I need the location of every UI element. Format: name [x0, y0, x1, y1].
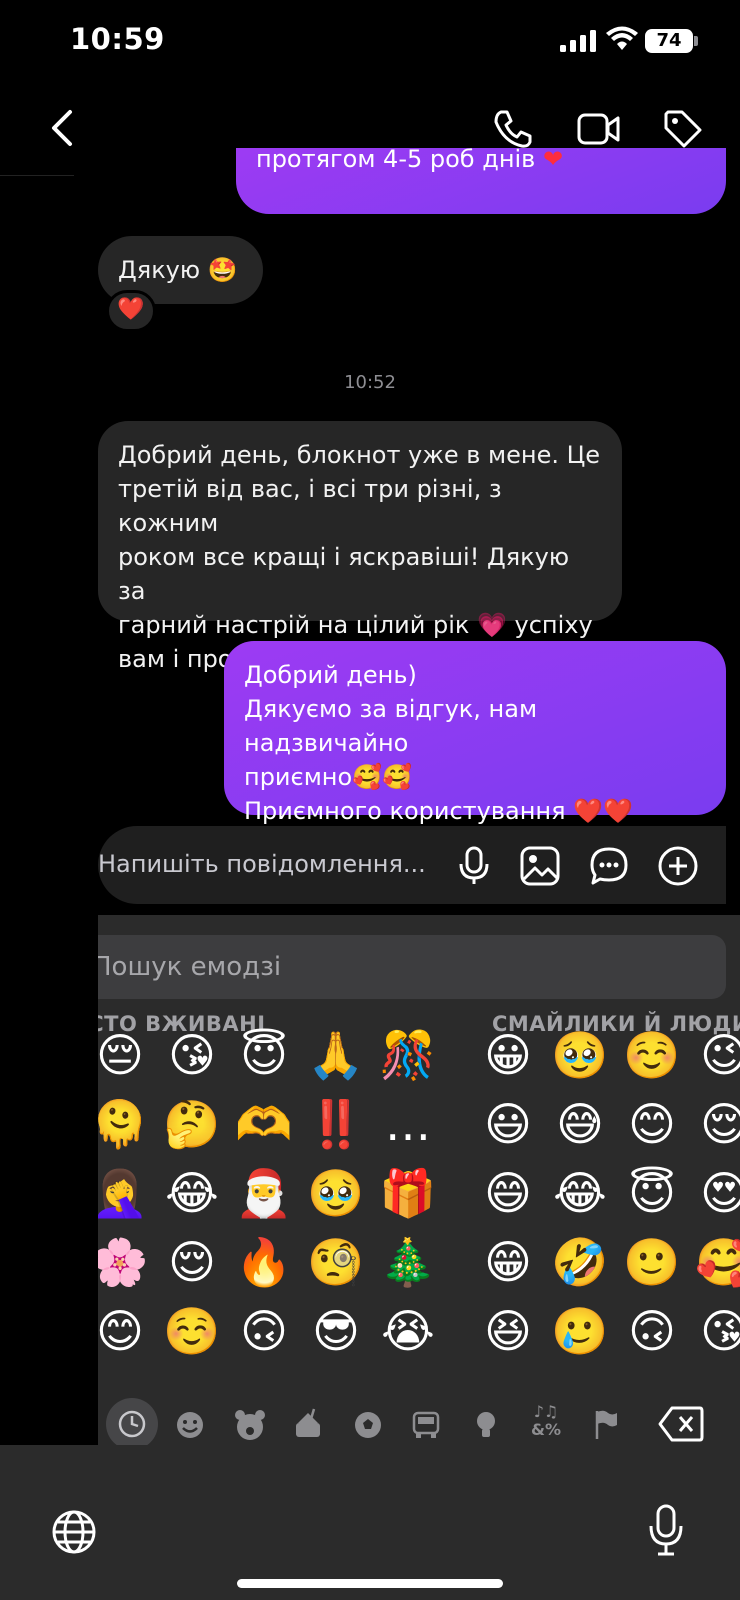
recent-emoji[interactable]: … [376, 1092, 440, 1156]
recent-emoji[interactable]: 😔 [98, 1023, 152, 1087]
backspace-icon[interactable] [658, 1405, 704, 1445]
keyboard-side-margin [0, 915, 98, 1445]
smileys-emoji[interactable]: 🙃 [620, 1299, 684, 1363]
message-line: приємно🥰🥰 [244, 763, 412, 791]
recent-emoji[interactable]: 🫠 [98, 1092, 152, 1156]
sticker-icon[interactable] [589, 846, 629, 886]
clock-icon[interactable] [106, 1398, 158, 1445]
flag-icon[interactable] [584, 1403, 628, 1445]
microphone-icon[interactable] [458, 846, 490, 886]
recent-emoji[interactable]: 🙃 [232, 1299, 296, 1363]
heart-emoji: ❤ [542, 148, 564, 173]
reaction-badge[interactable]: ❤️ [106, 290, 156, 332]
smileys-emoji[interactable]: 🥲 [548, 1299, 612, 1363]
smileys-emoji[interactable]: 😆 [476, 1299, 540, 1363]
smileys-emoji[interactable]: 🥹 [548, 1023, 612, 1087]
recent-emoji[interactable]: 😌 [160, 1230, 224, 1294]
smileys-emoji[interactable]: 😅 [548, 1092, 612, 1156]
recent-emoji[interactable]: 😂 [160, 1161, 224, 1225]
message-line: Добрий день) [244, 661, 417, 689]
smileys-emoji[interactable]: 😂 [548, 1161, 612, 1225]
message-line: гарний настрій на цілий рік 💗 успіху [118, 611, 593, 639]
image-icon[interactable] [520, 846, 560, 886]
emoji-search-input[interactable]: Пошук емодзі [98, 952, 281, 982]
symbols-note: ♪♫ [533, 1402, 559, 1421]
bulb-icon[interactable] [464, 1403, 508, 1445]
wifi-icon [605, 26, 639, 52]
recent-emoji[interactable]: 🌸 [98, 1230, 152, 1294]
message-text: Дякую [118, 256, 201, 284]
dictation-microphone-icon[interactable] [648, 1504, 684, 1556]
recent-emoji[interactable]: 🎁 [376, 1161, 440, 1225]
home-indicator[interactable] [237, 1579, 503, 1588]
recent-emoji[interactable]: 🫶 [232, 1092, 296, 1156]
message-line: Добрий день, блокнот уже в мене. Це [118, 441, 601, 469]
symbols-icon[interactable]: ♪♫ &% [524, 1397, 568, 1441]
status-time: 10:59 [70, 22, 165, 56]
message-line: роком все кращі і яскравіші! Дякую за [118, 543, 570, 605]
smileys-emoji[interactable]: 😌 [692, 1092, 740, 1156]
recent-emoji[interactable]: 🤔 [160, 1092, 224, 1156]
tag-icon[interactable] [662, 108, 704, 150]
recent-emoji[interactable]: 😎 [304, 1299, 368, 1363]
message-text: протягом 4-5 роб днів [256, 148, 536, 173]
smileys-emoji[interactable]: 😇 [620, 1161, 684, 1225]
message-input[interactable]: Напишіть повідомлення... [98, 850, 426, 878]
incoming-message-review[interactable]: Добрий день, блокнот уже в мене. Це трет… [98, 421, 622, 673]
smileys-emoji[interactable]: ☺️ [620, 1023, 684, 1087]
recent-emoji[interactable]: 🎅 [232, 1161, 296, 1225]
recent-emoji[interactable]: 🤦‍♀️ [98, 1161, 152, 1225]
outgoing-message-reply[interactable]: Добрий день) Дякуємо за відгук, нам надз… [224, 641, 726, 825]
food-icon[interactable] [286, 1403, 330, 1445]
message-line: Приємного користування ❤️❤️ [244, 797, 633, 825]
battery-tip [694, 36, 698, 46]
recent-emoji[interactable]: ‼️ [304, 1092, 368, 1156]
ball-icon[interactable] [346, 1403, 390, 1445]
smileys-emoji[interactable]: 😍 [692, 1161, 740, 1225]
symbols-label: &% [531, 1420, 561, 1439]
recent-emoji[interactable]: ☺️ [160, 1299, 224, 1363]
recent-emoji[interactable]: 😘 [160, 1023, 224, 1087]
reaction-heart: ❤️ [117, 297, 145, 322]
recent-emoji[interactable]: 😇 [232, 1023, 296, 1087]
chevron-left-icon[interactable] [48, 108, 76, 148]
smileys-emoji[interactable]: 😀 [476, 1023, 540, 1087]
recent-emoji[interactable]: 🎄 [376, 1230, 440, 1294]
outgoing-message-partial[interactable]: протягом 4-5 роб днів ❤ [236, 148, 726, 214]
recent-emoji[interactable]: 🙏 [304, 1023, 368, 1087]
recent-emoji[interactable]: 😭 [376, 1299, 440, 1363]
smileys-emoji[interactable]: 😃 [476, 1092, 540, 1156]
recent-emoji[interactable]: 😊 [98, 1299, 152, 1363]
smileys-emoji[interactable]: 🤣 [548, 1230, 612, 1294]
message-line: третій від вас, і всі три різні, з кожни… [118, 475, 502, 537]
smileys-emoji[interactable]: 😉 [692, 1023, 740, 1087]
phone-icon[interactable] [492, 108, 534, 150]
recent-emoji[interactable]: 🎊 [376, 1023, 440, 1087]
message-timestamp: 10:52 [344, 372, 396, 393]
smileys-emoji[interactable]: 🥰 [692, 1230, 740, 1294]
smiley-icon[interactable] [168, 1403, 212, 1445]
cellular-signal-icon [560, 30, 596, 52]
star-struck-emoji: 🤩 [207, 256, 238, 284]
video-icon[interactable] [577, 110, 621, 148]
car-icon[interactable] [404, 1403, 448, 1445]
keyboard-bottom-bar [0, 1445, 740, 1600]
smileys-emoji[interactable]: 😁 [476, 1230, 540, 1294]
smileys-emoji[interactable]: 😘 [692, 1299, 740, 1363]
bear-icon[interactable] [228, 1403, 272, 1445]
plus-circle-icon[interactable] [657, 845, 699, 887]
recent-emoji[interactable]: 🥹 [304, 1161, 368, 1225]
smileys-emoji[interactable]: 😊 [620, 1092, 684, 1156]
recent-emoji[interactable]: 🧐 [304, 1230, 368, 1294]
globe-icon[interactable] [50, 1508, 98, 1556]
smileys-emoji[interactable]: 😄 [476, 1161, 540, 1225]
header-divider [0, 175, 74, 176]
smileys-emoji[interactable]: 🙂 [620, 1230, 684, 1294]
battery-level: 74 [645, 29, 693, 53]
recent-emoji[interactable]: 🔥 [232, 1230, 296, 1294]
emoji-keyboard: Пошук емодзі ЧАСТО ВЖИВАНІ СМАЙЛИКИ Й ЛЮ… [98, 915, 740, 1445]
message-line: Дякуємо за відгук, нам надзвичайно [244, 695, 538, 757]
